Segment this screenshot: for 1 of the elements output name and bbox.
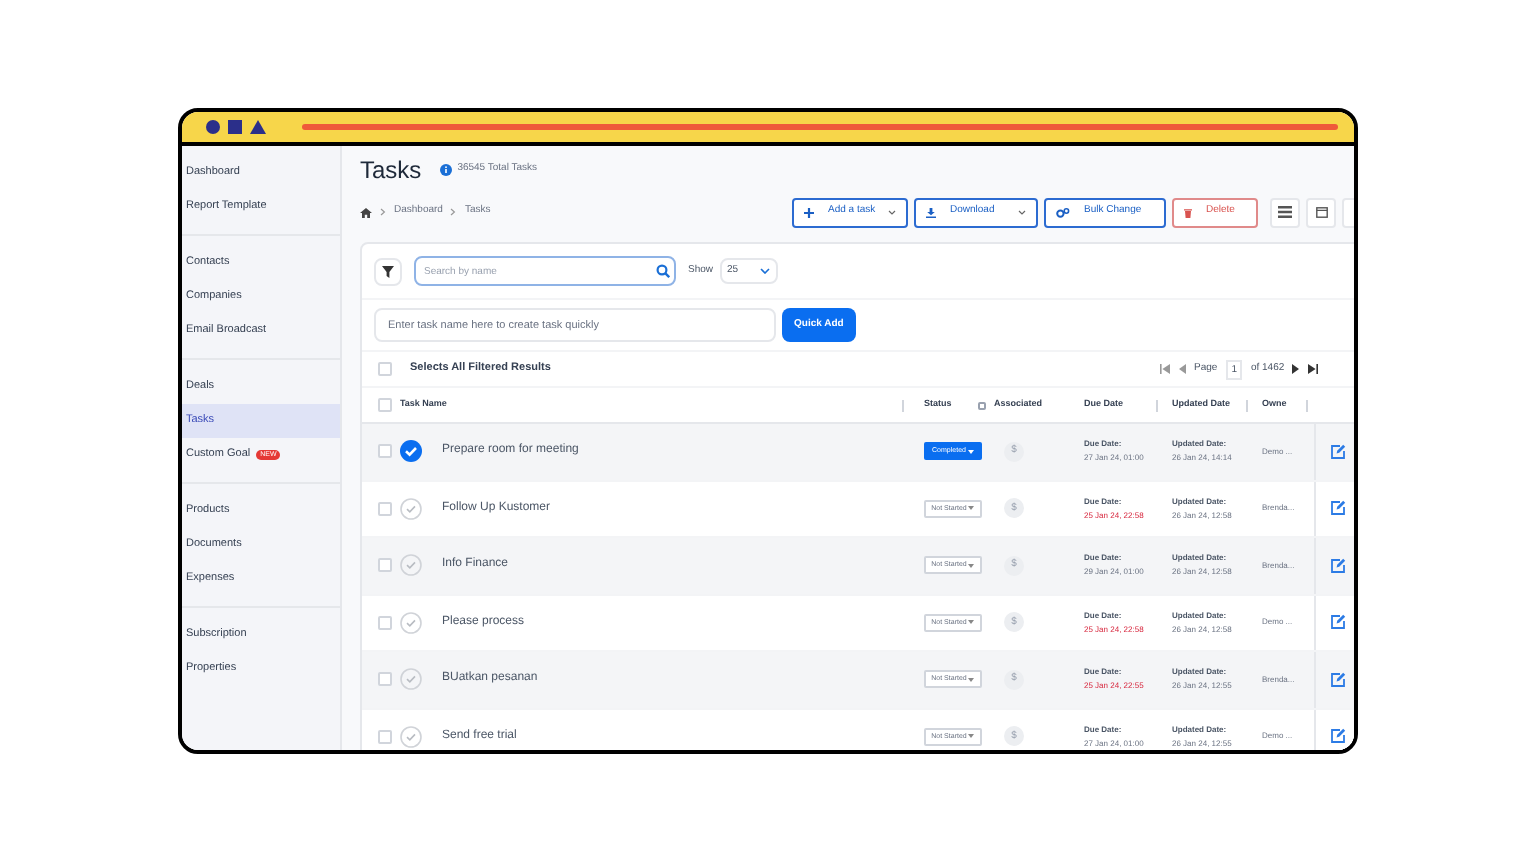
page-title: Tasks <box>360 154 422 188</box>
